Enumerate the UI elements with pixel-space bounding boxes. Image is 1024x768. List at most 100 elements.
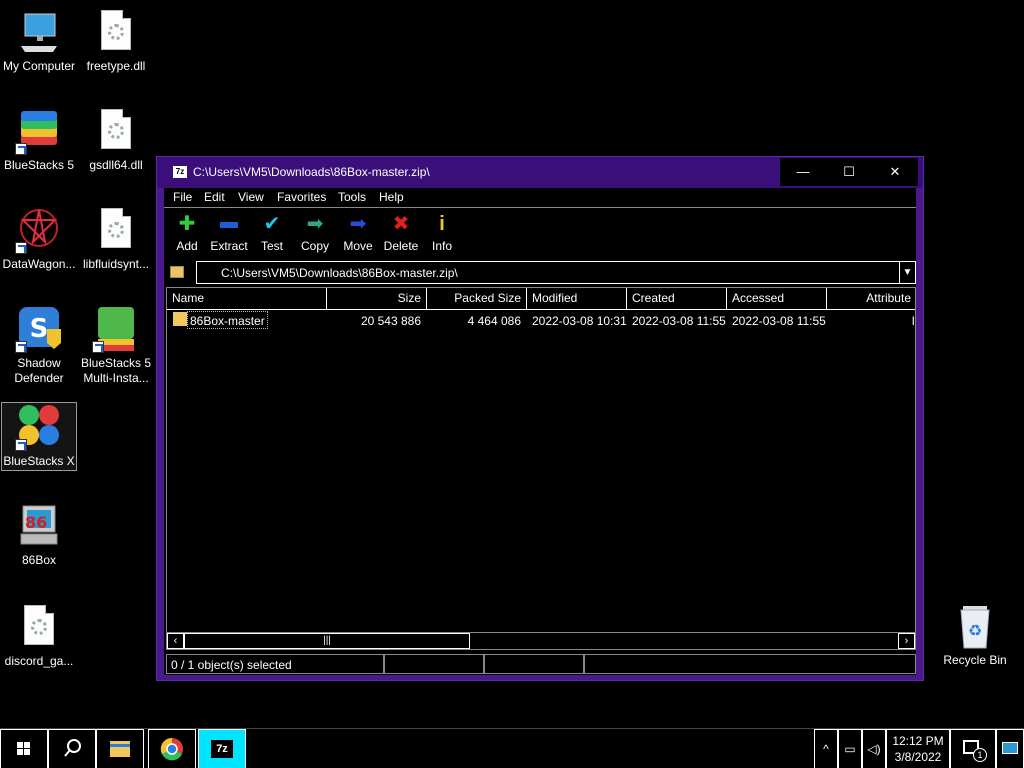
window-body: File Edit View Favorites Tools Help ✚ Ad… bbox=[164, 188, 916, 675]
address-row: C:\Users\VM5\Downloads\86Box-master.zip\… bbox=[164, 260, 916, 286]
add-button[interactable]: ✚ Add bbox=[172, 213, 202, 253]
column-header-name[interactable]: Name bbox=[167, 288, 327, 310]
column-header-attribute[interactable]: Attribute bbox=[827, 288, 915, 310]
chevron-down-icon[interactable]: ▼ bbox=[899, 261, 916, 284]
column-header-packed-size[interactable]: Packed Size bbox=[427, 288, 527, 310]
desktop-icon-bluestacks-multi[interactable]: BlueStacks 5 Multi-Insta... bbox=[78, 305, 154, 386]
list-header: Name Size Packed Size Modified Created A… bbox=[167, 288, 915, 310]
desktop-icon-label: libfluidsynt... bbox=[82, 257, 150, 271]
row-size: 20 543 886 bbox=[360, 314, 421, 328]
row-modified: 2022-03-08 10:31 bbox=[532, 314, 627, 328]
menu-file[interactable]: File bbox=[173, 190, 192, 204]
notifications-button[interactable]: 1 bbox=[950, 729, 996, 768]
shortcut-arrow-icon bbox=[15, 439, 27, 451]
windows-logo-icon bbox=[17, 742, 30, 755]
svg-text:86: 86 bbox=[25, 513, 47, 532]
desktop-icon-bluestacks-x[interactable]: BlueStacks X bbox=[1, 402, 77, 471]
taskbar-file-explorer[interactable] bbox=[96, 729, 144, 768]
bluestacks-x-icon bbox=[15, 403, 63, 451]
table-row[interactable]: 86Box-master 20 543 886 4 464 086 2022-0… bbox=[167, 311, 915, 331]
shortcut-arrow-icon bbox=[15, 341, 27, 353]
delete-button[interactable]: ✖ Delete bbox=[382, 213, 420, 253]
move-arrow-icon: ➡ bbox=[349, 213, 367, 235]
desktop-icon-datawagon[interactable]: DataWagon... bbox=[1, 206, 77, 272]
menu-edit[interactable]: Edit bbox=[204, 190, 225, 204]
desktop-icon-86box[interactable]: 86 86Box bbox=[1, 502, 77, 568]
menu-help[interactable]: Help bbox=[379, 190, 404, 204]
window-titlebar[interactable]: 7z C:\Users\VM5\Downloads\86Box-master.z… bbox=[157, 157, 923, 188]
bluestacks-multi-instance-icon bbox=[92, 305, 140, 353]
address-input[interactable]: C:\Users\VM5\Downloads\86Box-master.zip\ bbox=[196, 261, 900, 284]
desktop-icon-gsdll64[interactable]: gsdll64.dll bbox=[78, 107, 154, 173]
file-list[interactable]: Name Size Packed Size Modified Created A… bbox=[166, 287, 916, 650]
minimize-button[interactable]: — bbox=[780, 158, 826, 186]
desktop-icon-label: BlueStacks 5 Multi-Insta... bbox=[80, 356, 152, 385]
chevron-up-icon: ^ bbox=[823, 742, 829, 756]
row-accessed: 2022-03-08 11:55 bbox=[732, 314, 826, 328]
bluestacks-icon bbox=[15, 107, 63, 155]
copy-label: Copy bbox=[300, 239, 329, 253]
column-header-accessed[interactable]: Accessed bbox=[727, 288, 827, 310]
desktop-icon-discord-game[interactable]: discord_ga... bbox=[1, 603, 77, 669]
test-button[interactable]: ✔ Test bbox=[257, 213, 287, 253]
copy-button[interactable]: ➡ Copy bbox=[299, 213, 331, 253]
show-hidden-icons-button[interactable]: ^ bbox=[814, 729, 838, 768]
scroll-right-icon[interactable]: › bbox=[898, 633, 915, 649]
desktop-icon-label: freetype.dll bbox=[86, 59, 146, 73]
clock[interactable]: 12:12 PM 3/8/2022 bbox=[886, 729, 950, 768]
move-button[interactable]: ➡ Move bbox=[341, 213, 375, 253]
show-desktop-button[interactable] bbox=[996, 729, 1024, 768]
menu-tools[interactable]: Tools bbox=[338, 190, 366, 204]
desktop-icon-label: Shadow Defender bbox=[14, 356, 64, 385]
clock-date: 3/8/2022 bbox=[894, 750, 942, 764]
column-header-modified[interactable]: Modified bbox=[527, 288, 627, 310]
datawagon-icon bbox=[15, 206, 63, 254]
desktop-icon-bluestacks5[interactable]: BlueStacks 5 bbox=[1, 107, 77, 173]
computer-icon bbox=[15, 8, 63, 56]
menu-view[interactable]: View bbox=[238, 190, 264, 204]
info-label: Info bbox=[431, 239, 452, 253]
desktop-icon-label: DataWagon... bbox=[2, 257, 76, 271]
desktop-icon-label: Recycle Bin bbox=[943, 653, 1007, 667]
delete-x-icon: ✖ bbox=[392, 213, 410, 235]
start-button[interactable] bbox=[0, 729, 48, 768]
dll-file-icon bbox=[92, 206, 140, 254]
menu-bar: File Edit View Favorites Tools Help bbox=[164, 188, 916, 208]
desktop-icon-libfluidsynth[interactable]: libfluidsynt... bbox=[78, 206, 154, 272]
desktop-icon-freetype[interactable]: freetype.dll bbox=[78, 8, 154, 74]
network-icon[interactable]: ▭ bbox=[838, 729, 862, 768]
row-name[interactable]: 86Box-master bbox=[187, 311, 268, 329]
folder-up-icon[interactable] bbox=[170, 266, 184, 278]
dll-file-icon bbox=[92, 8, 140, 56]
volume-icon[interactable]: ◁) bbox=[862, 729, 886, 768]
taskbar-chrome[interactable] bbox=[148, 729, 196, 768]
column-header-created[interactable]: Created bbox=[627, 288, 727, 310]
horizontal-scrollbar[interactable]: ‹ ||| › bbox=[167, 632, 915, 649]
desktop-icon-label: My Computer bbox=[2, 59, 76, 73]
status-packed bbox=[484, 654, 584, 674]
extract-label: Extract bbox=[210, 239, 248, 253]
menu-favorites[interactable]: Favorites bbox=[277, 190, 326, 204]
dll-file-icon bbox=[92, 107, 140, 155]
scrollbar-thumb[interactable]: ||| bbox=[184, 633, 470, 649]
dll-file-icon bbox=[15, 603, 63, 651]
folder-icon bbox=[173, 312, 187, 326]
row-attribute: I bbox=[911, 314, 915, 328]
delete-label: Delete bbox=[383, 239, 419, 253]
desktop-icon-my-computer[interactable]: My Computer bbox=[1, 8, 77, 74]
desktop-icon-recycle-bin[interactable]: ♻ Recycle Bin bbox=[937, 602, 1013, 668]
search-button[interactable] bbox=[48, 729, 96, 768]
taskbar-7zip[interactable]: 7z bbox=[198, 729, 246, 768]
maximize-button[interactable]: ☐ bbox=[826, 158, 872, 186]
row-packed-size: 4 464 086 bbox=[467, 314, 521, 328]
scroll-left-icon[interactable]: ‹ bbox=[167, 633, 184, 649]
window-title: C:\Users\VM5\Downloads\86Box-master.zip\ bbox=[193, 165, 430, 179]
copy-arrow-icon: ➡ bbox=[306, 213, 324, 235]
info-button[interactable]: i Info bbox=[427, 213, 457, 253]
folder-icon bbox=[110, 741, 130, 757]
column-header-size[interactable]: Size bbox=[327, 288, 427, 310]
close-button[interactable]: ✕ bbox=[872, 158, 918, 186]
extract-button[interactable]: Extract bbox=[207, 213, 251, 253]
desktop-icon-shadow-defender[interactable]: S Shadow Defender bbox=[1, 305, 77, 386]
status-bar: 0 / 1 object(s) selected bbox=[164, 654, 916, 675]
